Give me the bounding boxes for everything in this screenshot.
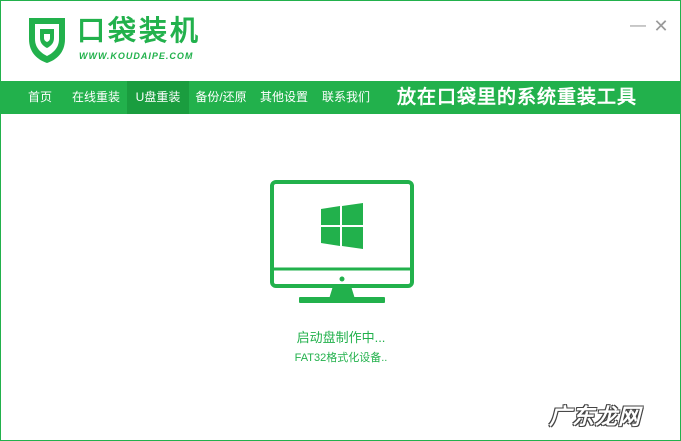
substatus-text: FAT32格式化设备..: [294, 352, 388, 364]
logo-icon: [29, 18, 65, 63]
status-text: 启动盘制作中...: [296, 330, 386, 345]
nav-item-usb-reinstall[interactable]: U盘重装: [127, 81, 189, 114]
app-url: WWW.KOUDAIPE.COM: [79, 51, 194, 61]
watermark: 广东龙网: [549, 404, 642, 429]
windows-monitor-icon: [270, 180, 414, 303]
nav-bar: 首页 在线重装 U盘重装 备份/还原 其他设置 联系我们 放在口袋里的系统重装工…: [1, 81, 680, 114]
title-bar: 口袋装机 WWW.KOUDAIPE.COM — ✕: [1, 1, 680, 81]
slogan: 放在口袋里的系统重装工具: [397, 87, 638, 108]
app-name: 口袋装机: [77, 15, 202, 46]
nav-item-contact-us[interactable]: 联系我们: [315, 81, 377, 114]
nav-item-other-settings[interactable]: 其他设置: [253, 81, 315, 114]
nav-item-backup-restore[interactable]: 备份/还原: [189, 81, 253, 114]
close-button[interactable]: ✕: [652, 17, 670, 35]
minimize-button[interactable]: —: [629, 17, 647, 35]
app-window: 口袋装机 WWW.KOUDAIPE.COM — ✕ 首页 在线重装 U盘重装 备…: [0, 0, 681, 441]
nav-item-home[interactable]: 首页: [15, 81, 65, 114]
nav-item-online-reinstall[interactable]: 在线重装: [65, 81, 127, 114]
